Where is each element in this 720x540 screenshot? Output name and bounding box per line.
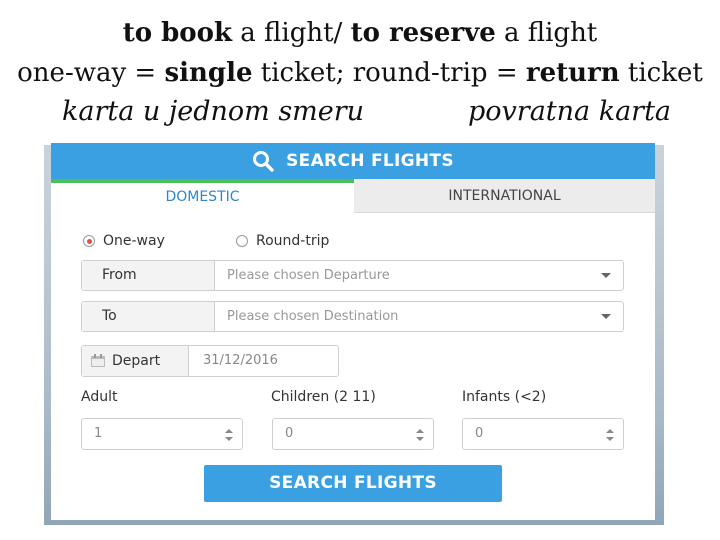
radio-round-trip-dot[interactable] [236, 235, 248, 247]
adult-value: 1 [94, 426, 103, 441]
tab-international[interactable]: INTERNATIONAL [354, 179, 655, 213]
text: a flight/ [232, 18, 351, 48]
tab-bar: DOMESTIC INTERNATIONAL [51, 179, 655, 213]
to-label: To [82, 302, 215, 331]
text: ticket; round-trip = [252, 58, 526, 88]
depart-label: Depart [82, 346, 189, 376]
radio-round-trip[interactable]: Round-trip [236, 233, 329, 249]
radio-one-way-dot[interactable] [83, 235, 95, 247]
from-select[interactable]: From Please chosen Departure [81, 260, 624, 291]
adult-label: Adult [81, 389, 118, 405]
text: one-way = [17, 58, 165, 88]
widget-title: SEARCH FLIGHTS [286, 151, 454, 171]
title-line-2: one-way = single ticket; round-trip = re… [0, 58, 720, 88]
tab-domestic[interactable]: DOMESTIC [51, 179, 354, 213]
infants-stepper[interactable]: 0 [462, 418, 624, 450]
text: ticket [619, 58, 703, 88]
radio-one-way-label: One-way [103, 233, 165, 249]
infants-label: Infants (<2) [462, 389, 547, 405]
adult-stepper[interactable]: 1 [81, 418, 243, 450]
word-return: return [525, 58, 620, 88]
to-placeholder: Please chosen Destination [227, 309, 399, 324]
radio-one-way[interactable]: One-way [83, 233, 165, 249]
children-label: Children (2 11) [271, 389, 376, 405]
spinner-icon[interactable] [416, 429, 424, 441]
calendar-icon [91, 354, 105, 367]
children-stepper[interactable]: 0 [272, 418, 434, 450]
from-label: From [82, 261, 215, 290]
infants-value: 0 [475, 426, 484, 441]
children-value: 0 [285, 426, 294, 441]
title-line-1: to book a flight/ to reserve a flight [0, 18, 720, 48]
depart-date-field[interactable]: Depart 31/12/2016 [81, 345, 339, 377]
text: a flight [495, 18, 598, 48]
search-flights-button[interactable]: SEARCH FLIGHTS [204, 465, 502, 502]
chevron-down-icon [601, 314, 611, 319]
phrase-to-book: to book [122, 18, 232, 48]
translation-return: povratna karta [468, 96, 672, 127]
flight-search-widget: SEARCH FLIGHTS DOMESTIC INTERNATIONAL On… [51, 143, 655, 520]
from-value[interactable]: Please chosen Departure [215, 261, 623, 290]
word-single: single [164, 58, 253, 88]
from-placeholder: Please chosen Departure [227, 268, 390, 283]
to-value[interactable]: Please chosen Destination [215, 302, 623, 331]
depart-value[interactable]: 31/12/2016 [189, 346, 338, 376]
widget-header: SEARCH FLIGHTS [51, 143, 655, 179]
phrase-to-reserve: to reserve [350, 18, 496, 48]
radio-round-trip-label: Round-trip [256, 233, 330, 249]
spinner-icon[interactable] [606, 429, 614, 441]
spinner-icon[interactable] [225, 429, 233, 441]
translation-one-way: karta u jednom smeru [62, 96, 365, 127]
chevron-down-icon [601, 273, 611, 278]
to-select[interactable]: To Please chosen Destination [81, 301, 624, 332]
depart-label-text: Depart [112, 353, 161, 369]
search-icon [253, 151, 274, 172]
